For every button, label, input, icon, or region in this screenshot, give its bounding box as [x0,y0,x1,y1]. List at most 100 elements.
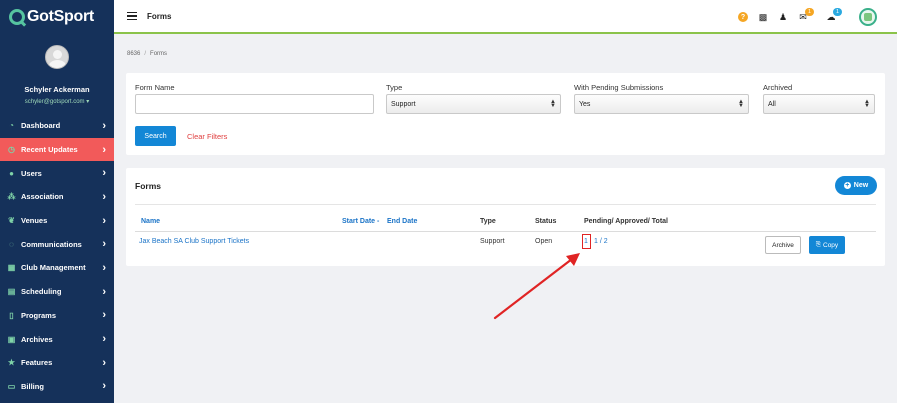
sidebar-item-billing[interactable]: ▭ Billing › [0,375,114,399]
brand-name: GotSport [27,8,94,25]
sidebar-item-users[interactable]: ● Users › [0,161,114,185]
column-header-counts: Pending/ Approved/ Total [584,218,668,225]
chevron-right-icon: › [102,285,106,298]
breadcrumb: 8636/Forms [127,51,168,57]
sidebar-item-label: Association [21,192,64,202]
profile-button[interactable]: ♟ [773,8,793,26]
chat-badge: 1 [833,8,842,16]
sidebar-item-club-management[interactable]: ▦ Club Management › [0,256,114,280]
chevron-right-icon: › [102,214,106,227]
question-icon: ? [738,12,748,22]
sidebar-item-association[interactable]: ⁂ Association › [0,185,114,209]
menu-toggle-icon[interactable] [127,10,137,23]
topbar-icons: ? ▩ ♟ ✉ 1 ☁ 1 [733,8,877,26]
archived-select[interactable]: All ▲ ▼ [763,94,875,114]
divider [135,204,876,205]
approved-total-link[interactable]: 1 / 2 [594,238,608,245]
archive-button[interactable]: Archive [765,236,801,254]
building-icon: ▦ [7,263,16,273]
sidebar-nav: ◔ Dashboard › ◷ Recent Updates › ● Users › ⁂ As… [0,114,114,398]
users-icon: ● [9,168,14,178]
copy-button[interactable]: ⎘ Copy [809,236,845,254]
form-status: Open [535,238,553,245]
form-name-label: Form Name [135,83,175,92]
form-name-input[interactable] [135,94,374,114]
help-button[interactable]: ? [733,8,753,26]
avatar[interactable] [45,45,69,69]
pending-submissions-select[interactable]: Yes ▲ ▼ [574,94,749,114]
type-label: Type [386,83,403,92]
type-select[interactable]: Support ▲ ▼ [386,94,561,114]
form-type: Support [480,238,505,245]
sidebar-item-label: Scheduling [21,287,62,297]
sidebar-item-features[interactable]: ★ Features › [0,351,114,375]
chevron-right-icon: › [102,190,106,203]
select-arrows-icon: ▲ ▼ [550,99,556,109]
sidebar-item-label: Billing [21,381,44,391]
gotsport-logo-icon [9,9,25,25]
user-profile: Schyler Ackerman schyler@gotsport.com ▾ [0,34,114,114]
sidebar-item-label: Communications [21,239,82,249]
plus-circle-icon: + [843,182,851,189]
sidebar-item-label: Recent Updates [21,145,78,155]
chevron-right-icon: › [102,238,106,251]
chevron-right-icon: › [102,333,106,346]
caret-down-icon: ▾ [86,99,90,105]
sidebar-item-communications[interactable]: ◌ Communications › [0,232,114,256]
column-header-end-date[interactable]: End Date [387,218,417,225]
sidebar-item-venues[interactable]: ❦ Venues › [0,209,114,233]
chevron-right-icon: › [102,261,106,274]
user-icon: ♟ [778,11,788,22]
column-header-status: Status [535,218,557,225]
credit-card-icon: ▭ [7,381,16,391]
filters-card: Form Name Type Support ▲ ▼ With Pending S… [126,73,885,155]
document-icon: ▯ [9,310,14,320]
clock-icon: ◷ [8,145,15,155]
chat-button[interactable]: ☁ 1 [821,8,842,26]
forms-card: Forms + New Name Start Date - End Date T… [126,168,885,266]
new-form-label: New [853,182,869,189]
sidebar-item-programs[interactable]: ▯ Programs › [0,304,114,328]
search-button[interactable]: Search [135,126,176,146]
sidebar-item-scheduling[interactable]: ▤ Scheduling › [0,280,114,304]
organization-logo[interactable] [859,8,877,26]
pending-select-value: Yes [579,101,591,108]
sidebar-item-archives[interactable]: ▣ Archives › [0,327,114,351]
breadcrumb-root[interactable]: 8636 [127,51,140,57]
dashboard-icon: ◔ [9,121,14,131]
calendar-icon: ▤ [7,287,16,297]
user-email-dropdown[interactable]: schyler@gotsport.com ▾ [0,98,114,105]
sidebar-item-label: Users [21,168,42,178]
new-form-button[interactable]: + New [835,176,877,195]
star-icon: ★ [7,358,16,368]
copy-label: Copy [823,241,839,249]
sidebar-item-recent-updates[interactable]: ◷ Recent Updates › [0,137,114,162]
qr-code-button[interactable]: ▩ [753,8,773,26]
sidebar-item-dashboard[interactable]: ◔ Dashboard › [0,114,114,138]
qr-code-icon: ▩ [758,11,768,22]
brand-logo[interactable]: GotSport [0,0,114,34]
sidebar-item-label: Dashboard [21,121,61,131]
sitemap-icon: ⁂ [7,192,16,202]
form-name-link[interactable]: Jax Beach SA Club Support Tickets [139,238,249,245]
leaf-icon: ❦ [8,216,15,226]
archived-select-value: All [768,101,776,108]
sidebar-item-label: Features [21,358,53,368]
select-arrows-icon: ▲ ▼ [864,99,870,109]
sidebar: GotSport Schyler Ackerman schyler@gotspo… [0,0,114,403]
type-select-value: Support [391,101,416,108]
chevron-right-icon: › [102,356,106,369]
page-title: Forms [147,11,172,21]
chat-icon: ◌ [9,239,14,249]
mail-button[interactable]: ✉ 1 [793,8,814,26]
sidebar-item-label: Venues [21,216,48,226]
copy-icon: ⎘ [815,241,821,248]
chevron-right-icon: › [102,380,106,393]
sidebar-item-label: Club Management [21,263,86,273]
clear-filters-link[interactable]: Clear Filters [187,132,227,141]
column-header-name[interactable]: Name [141,218,160,225]
topbar: Forms ? ▩ ♟ ✉ 1 ☁ 1 [114,0,897,34]
column-header-start-date[interactable]: Start Date - [342,218,379,225]
user-email: schyler@gotsport.com [24,99,85,105]
sidebar-item-label: Programs [21,310,57,320]
